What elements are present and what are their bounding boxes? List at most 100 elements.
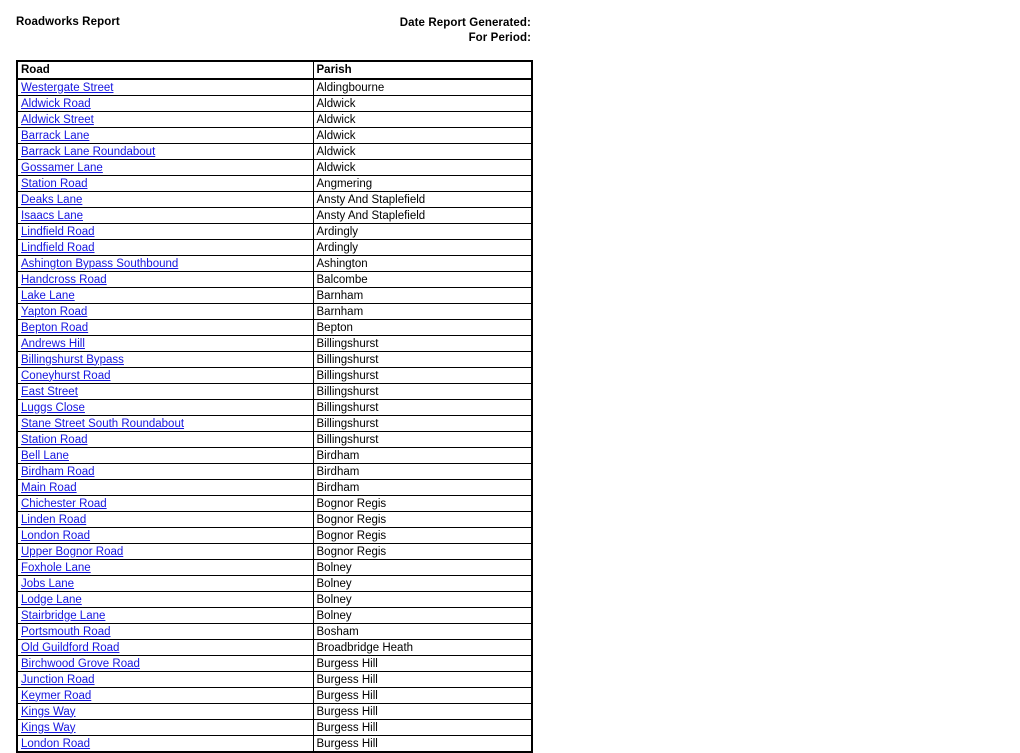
road-link[interactable]: Station Road [21,178,88,190]
cell-parish: Bognor Regis [312,527,533,544]
cell-parish: Aldingbourne [312,78,533,96]
table-row: Chichester Road Bognor Regis [16,495,533,512]
road-link[interactable]: Kings Way [21,722,76,734]
road-link[interactable]: Bepton Road [21,322,88,334]
cell-road: Foxhole Lane [16,559,314,576]
cell-road: Linden Road [16,511,314,528]
report-meta: Date Report Generated: For Period: [400,16,531,46]
road-link[interactable]: Westergate Street [21,82,113,94]
cell-road: Upper Bognor Road [16,543,314,560]
road-link[interactable]: London Road [21,738,90,750]
table-row: Kings Way Burgess Hill [16,703,533,720]
cell-parish: Ashington [312,255,533,272]
report-header: Roadworks Report Date Report Generated: … [16,16,531,50]
road-link[interactable]: Stairbridge Lane [21,610,105,622]
parish-text: Birdham [316,481,360,494]
road-link[interactable]: Lake Lane [21,290,75,302]
road-link[interactable]: Foxhole Lane [21,562,91,574]
road-link[interactable]: Barrack Lane [21,130,89,142]
table-row: Old Guildford Road Broadbridge Heath [16,639,533,656]
parish-text: Burgess Hill [316,705,378,718]
road-link[interactable]: Old Guildford Road [21,642,119,654]
parish-text: Aldingbourne [316,81,385,94]
cell-road: Birchwood Grove Road [16,655,314,672]
parish-text: Bepton [316,321,353,334]
road-link[interactable]: Stane Street South Roundabout [21,418,184,430]
parish-text: Billingshurst [316,353,379,366]
cell-parish: Aldwick [312,127,533,144]
table-row: Ashington Bypass Southbound Ashington [16,255,533,272]
road-link[interactable]: Ashington Bypass Southbound [21,258,178,270]
parish-text: Aldwick [316,161,356,174]
road-link[interactable]: Birchwood Grove Road [21,658,140,670]
road-link[interactable]: Lodge Lane [21,594,82,606]
cell-parish: Billingshurst [312,431,533,448]
cell-parish: Birdham [312,463,533,480]
parish-text: Aldwick [316,145,356,158]
road-link[interactable]: London Road [21,530,90,542]
road-link[interactable]: East Street [21,386,78,398]
parish-text: Billingshurst [316,337,379,350]
parish-text: Billingshurst [316,369,379,382]
parish-text: Burgess Hill [316,689,378,702]
road-link[interactable]: Kings Way [21,706,76,718]
cell-parish: Burgess Hill [312,703,533,720]
cell-parish: Burgess Hill [312,655,533,672]
road-link[interactable]: Junction Road [21,674,95,686]
page-title: Roadworks Report [16,16,120,28]
road-link[interactable]: Chichester Road [21,498,107,510]
cell-parish: Birdham [312,479,533,496]
road-link[interactable]: Lindfield Road [21,226,95,238]
cell-parish: Billingshurst [312,367,533,384]
cell-road: Andrews Hill [16,335,314,352]
road-link[interactable]: Lindfield Road [21,242,95,254]
cell-road: Jobs Lane [16,575,314,592]
parish-text: Bosham [316,625,359,638]
parish-text: Aldwick [316,113,356,126]
road-link[interactable]: Yapton Road [21,306,87,318]
cell-parish: Ansty And Staplefield [312,191,533,208]
road-link[interactable]: Station Road [21,434,88,446]
road-link[interactable]: Upper Bognor Road [21,546,123,558]
road-link[interactable]: Keymer Road [21,690,91,702]
cell-parish: Aldwick [312,95,533,112]
cell-road: Yapton Road [16,303,314,320]
road-link[interactable]: Billingshurst Bypass [21,354,124,366]
table-row: Lake Lane Barnham [16,287,533,304]
cell-road: Stairbridge Lane [16,607,314,624]
parish-text: Burgess Hill [316,721,378,734]
road-link[interactable]: Barrack Lane Roundabout [21,146,155,158]
road-link[interactable]: Aldwick Street [21,114,94,126]
cell-road: Portsmouth Road [16,623,314,640]
road-link[interactable]: Main Road [21,482,77,494]
road-link[interactable]: Aldwick Road [21,98,91,110]
road-link[interactable]: Jobs Lane [21,578,74,590]
cell-parish: Balcombe [312,271,533,288]
cell-parish: Bognor Regis [312,495,533,512]
cell-road: Birdham Road [16,463,314,480]
table-row: Bepton Road Bepton [16,319,533,336]
cell-road: Aldwick Street [16,111,314,128]
road-link[interactable]: Deaks Lane [21,194,82,206]
cell-parish: Bolney [312,591,533,608]
cell-parish: Billingshurst [312,335,533,352]
parish-text: Bognor Regis [316,529,387,542]
parish-text: Angmering [316,177,373,190]
parish-text: Bolney [316,593,352,606]
road-link[interactable]: Isaacs Lane [21,210,83,222]
parish-text: Birdham [316,465,360,478]
road-link[interactable]: Handcross Road [21,274,107,286]
road-link[interactable]: Bell Lane [21,450,69,462]
road-link[interactable]: Andrews Hill [21,338,85,350]
table-row: London Road Burgess Hill [16,735,533,753]
cell-parish: Bolney [312,607,533,624]
road-link[interactable]: Gossamer Lane [21,162,103,174]
road-link[interactable]: Portsmouth Road [21,626,111,638]
parish-text: Billingshurst [316,385,379,398]
cell-road: Aldwick Road [16,95,314,112]
road-link[interactable]: Birdham Road [21,466,95,478]
road-link[interactable]: Coneyhurst Road [21,370,111,382]
road-link[interactable]: Linden Road [21,514,86,526]
road-link[interactable]: Luggs Close [21,402,85,414]
parish-text: Bognor Regis [316,545,387,558]
